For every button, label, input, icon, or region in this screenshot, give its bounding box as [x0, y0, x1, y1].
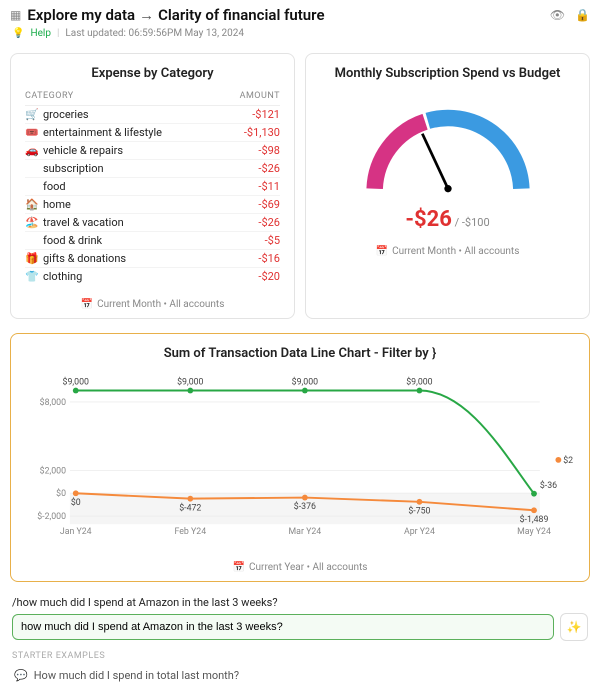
category-label: gifts & donations [43, 252, 126, 265]
svg-text:$-1,489: $-1,489 [520, 514, 549, 525]
category-label: clothing [43, 270, 82, 283]
svg-text:$0: $0 [71, 497, 81, 508]
category-icon: 🚗 [25, 144, 39, 157]
category-icon: 🏖️ [25, 216, 39, 229]
category-amount: -$26 [258, 216, 280, 229]
category-label: vehicle & repairs [43, 144, 123, 157]
calendar-icon: 📅 [233, 562, 245, 573]
svg-text:Feb Y24: Feb Y24 [175, 527, 207, 537]
svg-text:$-2,000: $-2,000 [37, 511, 66, 522]
expense-row[interactable]: 🎁 gifts & donations -$16 [25, 250, 280, 268]
chat-icon: 💬 [14, 669, 28, 682]
expense-row[interactable]: food & drink -$5 [25, 232, 280, 250]
svg-text:$-376: $-376 [294, 501, 316, 512]
sub-header: 💡 Help | Last updated: 06:59:56PM May 13… [0, 26, 600, 47]
category-amount: -$16 [258, 252, 280, 265]
lock-icon[interactable]: 🔒 [575, 8, 590, 22]
expense-row[interactable]: 👕 clothing -$20 [25, 268, 280, 285]
svg-text:$9,000: $9,000 [177, 377, 203, 388]
category-label: subscription [43, 162, 104, 175]
eye-icon[interactable]: 👁 [550, 8, 565, 22]
line-chart-footer: 📅 Current Year • All accounts [27, 556, 573, 573]
svg-text:$9,000: $9,000 [63, 377, 89, 388]
gauge-value: -$26 [405, 207, 452, 232]
category-amount: -$20 [258, 270, 280, 283]
legend-dot [555, 457, 561, 463]
category-icon: 👕 [25, 270, 39, 283]
calendar-icon: 📅 [376, 246, 388, 257]
category-label: entertainment & lifestyle [43, 126, 162, 139]
svg-text:May Y24: May Y24 [517, 527, 551, 537]
breadcrumb[interactable]: Explore my data → Clarity of financial f… [27, 6, 543, 24]
last-updated: Last updated: 06:59:56PM May 13, 2024 [65, 28, 244, 39]
line-chart: $-2,000 $0 $2,000 $8,000 Jan Y24 Feb Y24 Mar Y… [27, 365, 573, 545]
expense-footer: 📅 Current Month • All accounts [25, 293, 280, 310]
expense-row[interactable]: food -$11 [25, 178, 280, 196]
svg-text:$8,000: $8,000 [40, 397, 66, 408]
calendar-icon: 📅 [81, 299, 93, 310]
header-bar: ▦ Explore my data → Clarity of financial… [0, 0, 600, 26]
expense-row[interactable]: 🎟️ entertainment & lifestyle -$1,130 [25, 124, 280, 142]
query-caption: /how much did I spend at Amazon in the l… [12, 596, 588, 609]
category-icon: 🎁 [25, 252, 39, 265]
expense-row[interactable]: 🏠 home -$69 [25, 196, 280, 214]
expense-row[interactable]: 🏖️ travel & vacation -$26 [25, 214, 280, 232]
category-amount: -$98 [258, 144, 280, 157]
svg-text:Jan Y24: Jan Y24 [60, 527, 92, 537]
expense-row[interactable]: 🚗 vehicle & repairs -$98 [25, 142, 280, 160]
starter-head: STARTER EXAMPLES [12, 651, 588, 661]
query-area: /how much did I spend at Amazon in the l… [0, 590, 600, 698]
gauge-needle [422, 134, 448, 189]
gauge-title: Monthly Subscription Spend vs Budget [320, 66, 575, 81]
svg-text:$0: $0 [56, 488, 66, 499]
divider: | [57, 28, 59, 39]
svg-text:$-36: $-36 [540, 480, 557, 491]
arrow-icon: → [139, 6, 154, 24]
category-amount: -$69 [258, 198, 280, 211]
category-label: food [43, 180, 66, 193]
gauge-chart [348, 97, 548, 207]
svg-text:$-472: $-472 [179, 502, 201, 513]
svg-text:$2,000: $2,000 [40, 465, 66, 476]
category-icon: 🎟️ [25, 126, 39, 139]
svg-text:$-750: $-750 [408, 506, 430, 517]
category-amount: -$5 [265, 234, 280, 247]
gauge-budget: / -$100 [452, 216, 490, 229]
category-icon: 🛒 [25, 108, 39, 121]
gauge-footer: 📅 Current Month • All accounts [320, 240, 575, 257]
svg-text:$9,000: $9,000 [406, 377, 432, 388]
col-category: CATEGORY [25, 91, 74, 101]
help-icon[interactable]: 💡 [12, 28, 24, 39]
category-label: home [43, 198, 71, 211]
expense-row[interactable]: subscription -$26 [25, 160, 280, 178]
category-amount: -$26 [258, 162, 280, 175]
breadcrumb-leaf: Clarity of financial future [158, 6, 324, 24]
sparkle-button[interactable]: ✨ [560, 613, 588, 641]
svg-text:Apr Y24: Apr Y24 [404, 527, 435, 537]
category-label: travel & vacation [43, 216, 124, 229]
category-amount: -$121 [252, 108, 280, 121]
sparkle-icon: ✨ [567, 620, 582, 634]
help-link[interactable]: Help [30, 28, 50, 39]
category-label: groceries [43, 108, 89, 121]
starter-example[interactable]: 💬 How much did I spend in total last mon… [12, 665, 588, 686]
category-amount: -$1,130 [244, 126, 280, 139]
category-amount: -$11 [258, 180, 280, 193]
header-actions: 👁 🔒 [550, 8, 590, 22]
expense-card: Expense by Category CATEGORY AMOUNT 🛒 gro… [10, 53, 295, 319]
col-amount: AMOUNT [240, 91, 280, 101]
breadcrumb-root: Explore my data [27, 6, 135, 24]
category-icon: 🏠 [25, 198, 39, 211]
expense-title: Expense by Category [25, 66, 280, 81]
svg-text:$9,000: $9,000 [292, 377, 318, 388]
notebook-icon: ▦ [10, 8, 21, 22]
category-label: food & drink [43, 234, 102, 247]
line-chart-title: Sum of Transaction Data Line Chart - Fil… [27, 346, 573, 361]
gauge-card: Monthly Subscription Spend vs Budget -$2… [305, 53, 590, 319]
legend-label: $2,000 [563, 455, 573, 466]
line-chart-card: Sum of Transaction Data Line Chart - Fil… [10, 333, 590, 582]
svg-text:Mar Y24: Mar Y24 [289, 527, 322, 537]
query-input[interactable] [12, 614, 554, 640]
expense-row[interactable]: 🛒 groceries -$121 [25, 106, 280, 124]
